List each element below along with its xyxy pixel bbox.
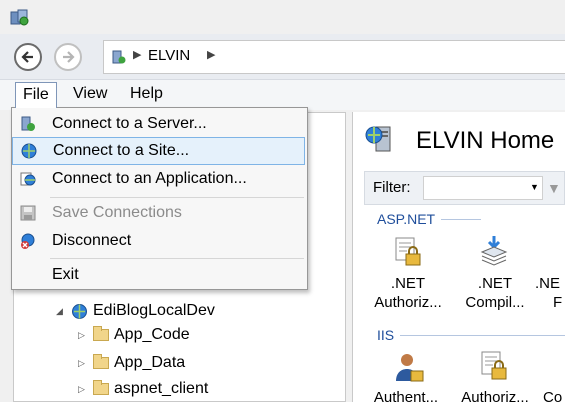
menu-file[interactable]: File <box>15 82 57 108</box>
breadcrumb-separator-icon: ▶ <box>133 49 142 61</box>
page-title: ELVIN Home <box>416 127 555 154</box>
server-connect-icon <box>21 116 35 131</box>
menu-item-label: Exit <box>52 266 79 283</box>
authentication-user-icon[interactable] <box>393 351 425 383</box>
expand-arrow-icon[interactable]: ▷ <box>78 358 88 369</box>
feature-partial[interactable]: .NE F <box>535 274 565 312</box>
group-header-iis[interactable]: IIS <box>377 327 565 343</box>
menu-item-save-connections[interactable]: Save Connections <box>12 199 305 227</box>
compilation-stack-icon[interactable] <box>478 234 510 266</box>
authorization-lock-icon[interactable] <box>478 350 510 382</box>
menu-item-connect-server[interactable]: Connect to a Server... <box>12 110 305 138</box>
feature-authentication[interactable]: Authent... <box>366 388 446 402</box>
feature-authorization-rules[interactable]: Authoriz... <box>455 388 535 402</box>
disconnect-icon <box>21 233 35 249</box>
divider <box>400 334 565 336</box>
feature-net-authorization[interactable]: .NET Authoriz... <box>368 274 448 312</box>
feature-label-line: .NET <box>477 275 513 292</box>
menu-item-label: Connect to a Site... <box>53 142 190 159</box>
group-header-label: IIS <box>377 327 395 343</box>
expand-arrow-icon[interactable]: ▷ <box>78 384 88 395</box>
menu-help[interactable]: Help <box>123 82 170 108</box>
tree-node-label: App_Data <box>114 354 186 371</box>
tree-node-folder[interactable]: ▷ App_Code <box>78 323 190 347</box>
home-pane <box>352 112 565 402</box>
funnel-icon[interactable]: ▼ <box>547 180 561 196</box>
tree-node-label: App_Code <box>114 326 190 343</box>
filter-input[interactable] <box>423 176 543 200</box>
feature-net-compilation[interactable]: .NET Compil... <box>455 274 535 312</box>
menu-item-label: Disconnect <box>52 232 132 249</box>
feature-label-line: Authoriz... <box>374 294 442 311</box>
application-connect-icon <box>20 172 36 186</box>
feature-label-line: Compil... <box>465 294 525 311</box>
menu-separator <box>50 197 304 198</box>
menu-item-connect-site[interactable]: Connect to a Site... <box>12 137 305 165</box>
menu-item-connect-application[interactable]: Connect to an Application... <box>12 165 305 193</box>
feature-label-line: Authent... <box>373 389 439 402</box>
group-header-label: ASP.NET <box>377 211 436 227</box>
folder-icon <box>93 326 109 341</box>
expand-arrow-icon[interactable]: ▷ <box>78 330 88 341</box>
globe-icon <box>21 143 37 159</box>
dropdown-arrow-icon[interactable]: ▼ <box>530 182 539 192</box>
folder-icon <box>93 354 109 369</box>
feature-label-line: .NE <box>535 275 561 292</box>
menu-item-label: Save Connections <box>52 204 182 221</box>
feature-label-line: Co <box>543 389 563 402</box>
title-bar <box>0 0 565 34</box>
forward-button[interactable] <box>54 43 82 71</box>
arrow-left-icon <box>21 51 33 63</box>
menu-separator <box>50 258 304 259</box>
menu-item-disconnect[interactable]: Disconnect <box>12 227 305 255</box>
feature-label-line: F <box>553 294 563 311</box>
tree-node-label: EdiBlogLocalDev <box>93 302 215 319</box>
menu-item-label: Connect to a Server... <box>52 115 207 132</box>
back-button[interactable] <box>14 43 42 71</box>
server-icon <box>112 50 126 64</box>
iis-app-icon <box>10 9 29 26</box>
tree-node-folder[interactable]: ▷ aspnet_client <box>78 377 208 401</box>
divider <box>441 218 482 220</box>
folder-icon <box>93 380 109 395</box>
feature-label-line: .NET <box>390 275 426 292</box>
collapse-arrow-icon[interactable]: ◢ <box>56 306 66 317</box>
arrow-right-icon <box>63 51 75 63</box>
tree-node-label: aspnet_client <box>114 380 209 397</box>
feature-partial[interactable]: Co <box>543 388 565 402</box>
floppy-disk-icon <box>20 205 36 221</box>
breadcrumb-chevron-icon[interactable]: ▶ <box>207 48 215 61</box>
menu-item-exit[interactable]: Exit <box>12 261 305 289</box>
server-home-icon <box>365 126 391 152</box>
menu-view[interactable]: View <box>66 82 114 108</box>
authorization-lock-icon[interactable] <box>392 236 424 268</box>
filter-label: Filter: <box>373 179 411 196</box>
breadcrumb-elvin[interactable]: ELVIN <box>148 47 190 64</box>
menu-item-label: Connect to an Application... <box>52 170 247 187</box>
group-header-aspnet[interactable]: ASP.NET <box>377 211 482 227</box>
tree-node-folder[interactable]: ▷ App_Data <box>78 351 185 375</box>
site-globe-icon <box>72 303 87 319</box>
tree-node-site[interactable]: ◢ EdiBlogLocalDev <box>56 299 215 323</box>
feature-label-line: Authoriz... <box>461 389 529 402</box>
